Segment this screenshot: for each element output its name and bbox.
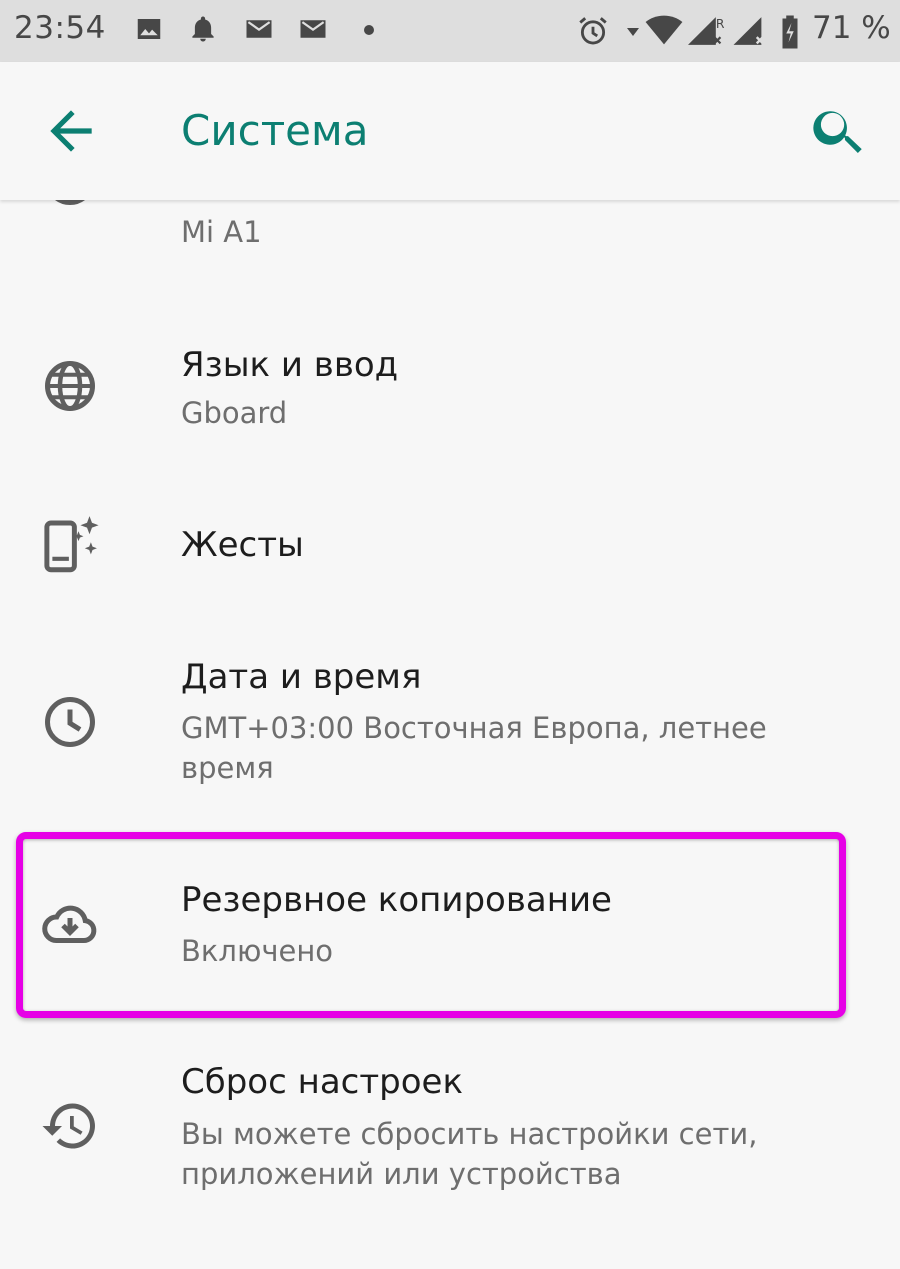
cell-signal-roaming-icon: R bbox=[688, 17, 725, 45]
search-icon bbox=[813, 111, 862, 153]
clock-icon bbox=[45, 697, 95, 747]
settings-item-title: Жесты bbox=[181, 525, 304, 565]
settings-item-summary: Вы можете сбросить настройки сети, прило… bbox=[181, 1117, 758, 1191]
mail-icon bbox=[246, 20, 272, 38]
page-title: Система bbox=[181, 106, 369, 155]
settings-list: Mi A1 Язык и ввод Gboard Жесты Дата и вр… bbox=[0, 200, 900, 1269]
settings-item-summary: Gboard bbox=[181, 396, 288, 430]
status-time: 23:54 bbox=[14, 10, 106, 46]
battery-percent: 71 % bbox=[812, 10, 891, 46]
wifi-icon bbox=[645, 15, 683, 45]
bell-icon bbox=[192, 16, 214, 42]
mail-icon bbox=[300, 20, 326, 38]
settings-item-summary: Включено bbox=[181, 934, 334, 968]
svg-text:R: R bbox=[716, 17, 725, 31]
settings-item-title: Сброс настроек bbox=[181, 1062, 463, 1102]
cloud-backup-icon bbox=[42, 905, 97, 944]
settings-item-language[interactable]: Язык и ввод Gboard bbox=[0, 320, 900, 460]
settings-item-date-time[interactable]: Дата и время GMT+03:00 Восточная Европа,… bbox=[0, 650, 900, 800]
alarm-icon bbox=[579, 17, 607, 45]
battery-charging-icon bbox=[782, 15, 798, 49]
settings-item-title: Дата и время bbox=[181, 657, 422, 697]
app-bar: Система bbox=[0, 62, 900, 200]
settings-item-backup[interactable]: Резервное копирование Включено bbox=[0, 850, 900, 1000]
info-icon bbox=[55, 200, 85, 205]
settings-item-title: Язык и ввод bbox=[181, 345, 399, 385]
settings-item-summary: GMT+03:00 Восточная Европа, летнее время bbox=[181, 711, 767, 785]
status-bar: 23:54 R 71 % bbox=[0, 0, 900, 62]
settings-item-reset[interactable]: Сброс настроек Вы можете сбросить настро… bbox=[0, 1050, 900, 1210]
history-icon bbox=[42, 1103, 95, 1149]
phone-gesture-icon bbox=[44, 516, 99, 573]
back-button[interactable] bbox=[40, 100, 102, 162]
cell-signal-icon bbox=[733, 17, 764, 45]
settings-item-about[interactable]: Mi A1 bbox=[0, 200, 900, 270]
globe-icon bbox=[45, 361, 95, 411]
search-button[interactable] bbox=[808, 100, 870, 162]
settings-item-gestures[interactable]: Жесты bbox=[0, 490, 900, 600]
dot-icon bbox=[364, 25, 374, 35]
image-icon bbox=[137, 19, 161, 39]
settings-item-summary: Mi A1 bbox=[181, 215, 262, 249]
settings-item-title: Резервное копирование bbox=[181, 880, 612, 920]
signal-arrow-icon bbox=[627, 28, 639, 36]
arrow-left-icon bbox=[50, 110, 92, 152]
